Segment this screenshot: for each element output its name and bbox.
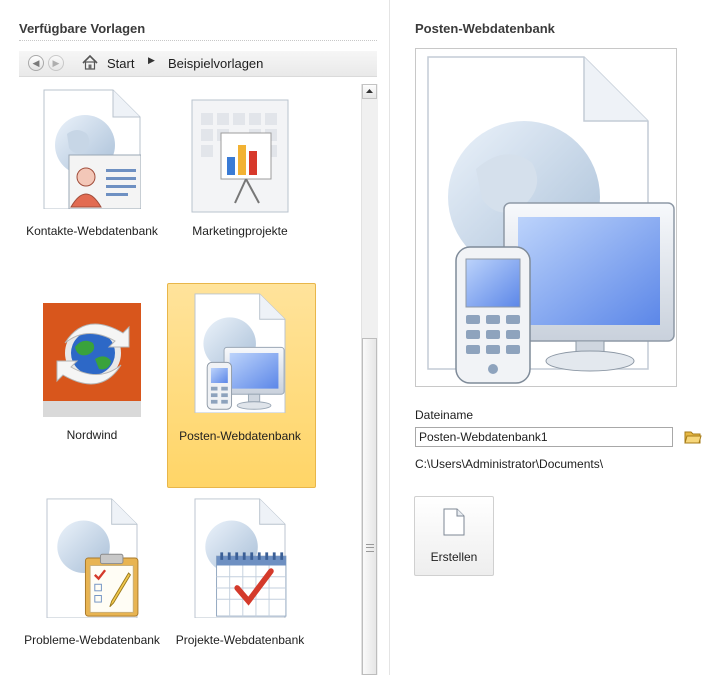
template-label: Nordwind xyxy=(66,428,118,442)
breadcrumb: ◀ ▶ Start ▶ Beispielvorlagen xyxy=(19,51,377,77)
back-arrow-icon[interactable]: ◀ xyxy=(28,55,44,71)
title-divider xyxy=(19,40,377,41)
template-label: Marketingprojekte xyxy=(192,224,288,238)
new-document-icon xyxy=(443,508,465,536)
template-contacts-web-database[interactable]: Kontakte-Webdatenbank xyxy=(18,89,166,239)
breadcrumb-start[interactable]: Start xyxy=(107,56,134,71)
template-projects-web-database[interactable]: Projekte-Webdatenbank xyxy=(166,498,314,648)
breadcrumb-separator-icon: ▶ xyxy=(148,55,155,65)
selected-template-title: Posten-Webdatenbank xyxy=(415,21,555,36)
create-button-label: Erstellen xyxy=(430,550,478,564)
template-label: Posten-Webdatenbank xyxy=(179,429,301,443)
templates-scrollbar[interactable] xyxy=(361,84,378,675)
template-preview xyxy=(415,48,677,387)
template-label: Probleme-Webdatenbank xyxy=(24,633,160,647)
northwind-icon xyxy=(43,303,141,417)
template-issues-web-database[interactable]: Probleme-Webdatenbank xyxy=(18,498,166,648)
filename-field[interactable] xyxy=(415,427,673,447)
assets-web-database-icon xyxy=(194,293,286,413)
available-templates-panel: Verfügbare Vorlagen ◀ ▶ Start ▶ Beispiel… xyxy=(0,0,389,675)
save-path: C:\Users\Administrator\Documents\ xyxy=(415,457,604,471)
breadcrumb-sample-templates[interactable]: Beispielvorlagen xyxy=(168,56,263,71)
home-icon[interactable] xyxy=(81,54,99,71)
issues-web-database-icon xyxy=(46,498,139,618)
create-button[interactable]: Erstellen xyxy=(414,496,494,576)
template-northwind[interactable]: Nordwind xyxy=(18,300,166,450)
scroll-up-arrow-icon[interactable] xyxy=(362,84,377,99)
contacts-web-database-icon xyxy=(43,89,141,209)
filename-label: Dateiname xyxy=(415,408,474,422)
browse-folder-icon[interactable] xyxy=(684,429,702,445)
template-details-panel: Posten-Webdatenbank Dateiname C:\U xyxy=(390,0,710,675)
projects-web-database-icon xyxy=(194,498,287,618)
template-label: Projekte-Webdatenbank xyxy=(175,633,305,647)
marketing-projects-icon xyxy=(191,99,289,213)
templates-title: Verfügbare Vorlagen xyxy=(19,21,146,36)
template-label: Kontakte-Webdatenbank xyxy=(26,224,158,238)
template-marketing-projects[interactable]: Marketingprojekte xyxy=(166,96,314,239)
forward-arrow-icon[interactable]: ▶ xyxy=(48,55,64,71)
template-assets-web-database[interactable]: Posten-Webdatenbank xyxy=(166,293,314,443)
scroll-thumb[interactable] xyxy=(362,338,377,675)
assets-web-database-preview-icon xyxy=(427,56,675,384)
scroll-grip-icon xyxy=(366,544,374,552)
